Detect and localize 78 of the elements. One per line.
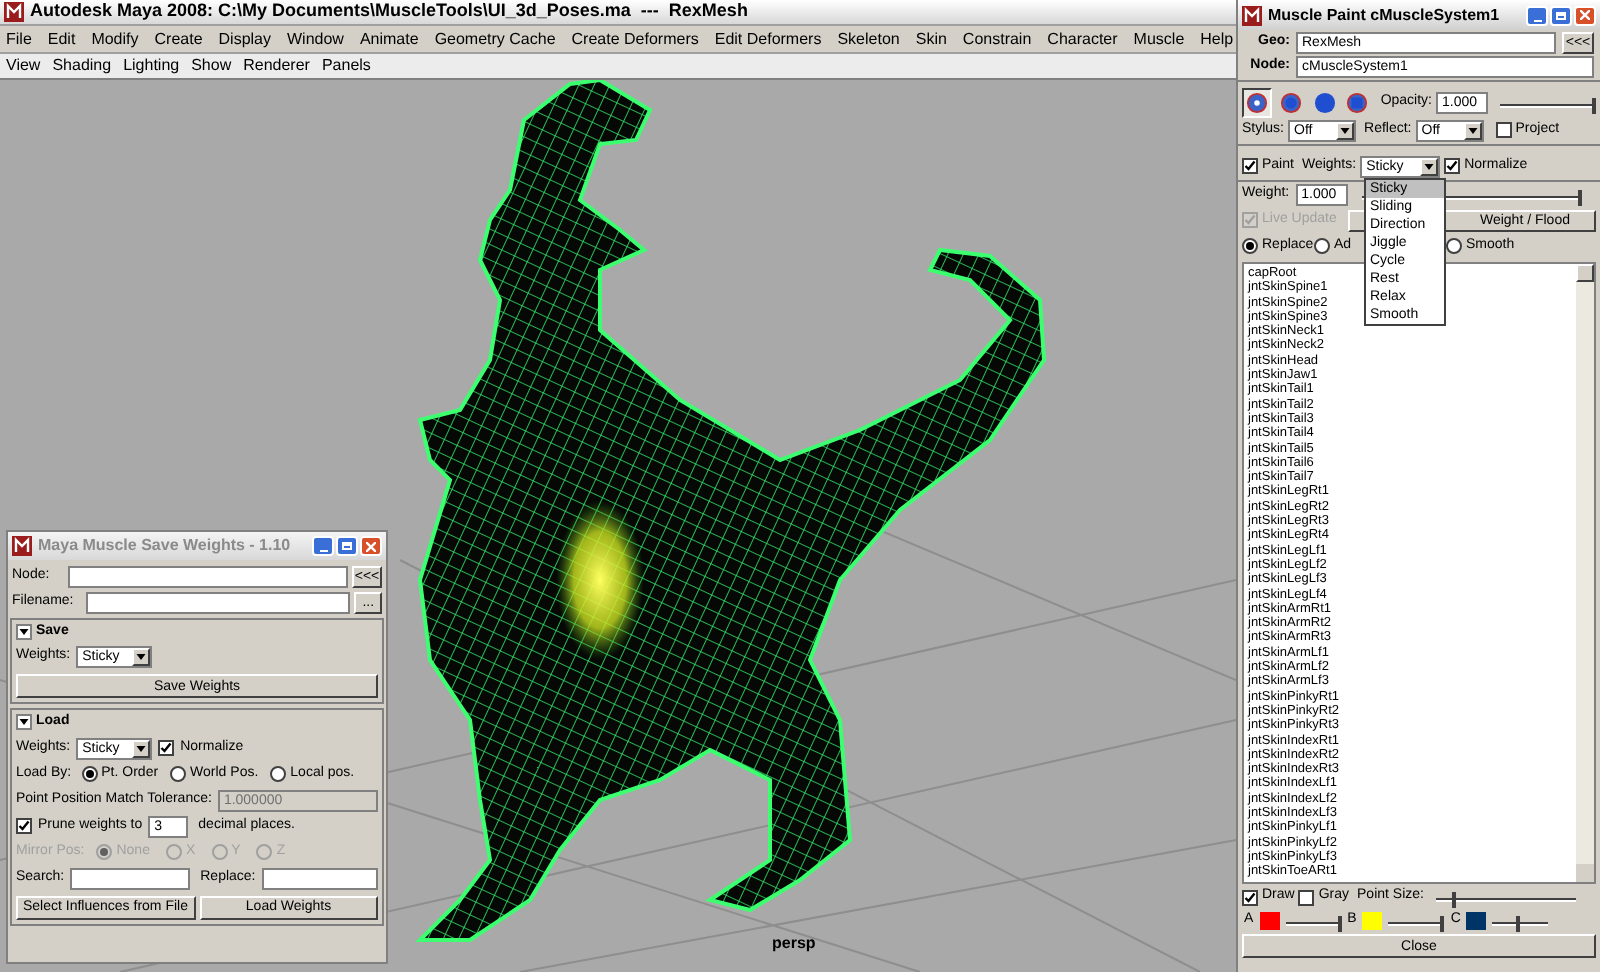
menu-item[interactable]: Modify: [91, 27, 139, 51]
search-field[interactable]: [70, 868, 191, 890]
close-button[interactable]: [360, 536, 382, 556]
minimize-button[interactable]: [1526, 5, 1548, 25]
panel-menu-item[interactable]: Shading: [52, 54, 112, 78]
monochrome-checkbox[interactable]: [1298, 889, 1315, 905]
slider-handle[interactable]: [1452, 892, 1457, 908]
menu-item[interactable]: Muscle: [1133, 27, 1185, 51]
panel-menu-item[interactable]: View: [6, 54, 41, 78]
draw-checkbox[interactable]: [1242, 889, 1258, 905]
menu-item[interactable]: Skeleton: [837, 27, 900, 51]
maximize-button[interactable]: [1550, 5, 1572, 25]
menu-item[interactable]: Create: [154, 27, 203, 51]
filename-field[interactable]: [86, 592, 351, 614]
load-by-radio[interactable]: [81, 766, 98, 782]
menu-item[interactable]: Help: [1200, 27, 1234, 51]
list-scrollbar[interactable]: [1576, 264, 1594, 882]
paint-checkbox[interactable]: [1242, 158, 1258, 174]
normalize-checkbox[interactable]: [1444, 158, 1461, 174]
replace-field[interactable]: [261, 868, 378, 890]
color-swatch[interactable]: [1259, 912, 1280, 930]
slider-handle[interactable]: [1577, 189, 1582, 205]
brush-button[interactable]: [1275, 88, 1306, 118]
menu-item[interactable]: Geometry Cache: [434, 27, 556, 51]
brush-button[interactable]: [1309, 88, 1339, 118]
panel-title: Muscle Paint cMuscleSystem1: [1268, 3, 1502, 27]
app-icon: [4, 2, 24, 22]
menu-item[interactable]: Animate: [359, 27, 419, 51]
normalize-checkbox[interactable]: [158, 740, 175, 756]
solid-circle-brush-icon: [1313, 92, 1336, 114]
color-swatch[interactable]: [1362, 912, 1383, 930]
app-icon: [1242, 5, 1262, 25]
slider-handle[interactable]: [1516, 916, 1521, 932]
menu-item[interactable]: Edit Deformers: [714, 27, 822, 51]
prune-checkbox[interactable]: [16, 818, 32, 834]
slider-handle[interactable]: [1337, 916, 1342, 932]
window-title: Autodesk Maya 2008: C:\My Documents\MuscleTools\UI_3d_Poses.ma --- RexMesh: [30, 0, 748, 25]
collapse-arrow-icon[interactable]: [16, 624, 32, 640]
color-swatch[interactable]: [1466, 912, 1487, 930]
mode-radio[interactable]: [1314, 238, 1330, 254]
caret-icon: [1340, 127, 1351, 133]
caret-icon: [1424, 163, 1435, 169]
close-button[interactable]: [1574, 5, 1596, 25]
app-icon: [12, 536, 32, 556]
menu-item[interactable]: Skin: [915, 27, 947, 51]
panel-menu-item[interactable]: Lighting: [123, 54, 180, 78]
menu-item[interactable]: Create Deformers: [571, 27, 699, 51]
menu-item[interactable]: Window: [287, 27, 344, 51]
mode-radio[interactable]: [1242, 238, 1258, 254]
panel-menu-item[interactable]: Show: [191, 54, 232, 78]
close-icon: [366, 541, 376, 551]
dialog-title: Maya Muscle Save Weights - 1.10: [38, 534, 293, 558]
node-field[interactable]: [68, 566, 348, 588]
close-icon: [1580, 10, 1590, 20]
menu-item[interactable]: Edit: [47, 27, 76, 51]
caret-icon: [1467, 127, 1478, 133]
menu-item[interactable]: File: [6, 27, 32, 51]
brush-button[interactable]: [1242, 88, 1272, 118]
panel-menu-item[interactable]: Panels: [321, 54, 371, 78]
round-brush-icon: [1279, 92, 1302, 114]
small-dot-brush-icon: [1245, 92, 1268, 114]
panel-menu-item[interactable]: Renderer: [243, 54, 310, 78]
menu-item[interactable]: Character: [1047, 27, 1118, 51]
slider-handle[interactable]: [1592, 98, 1596, 114]
load-by-radio[interactable]: [270, 766, 287, 782]
load-by-radio[interactable]: [170, 766, 187, 782]
menu-item[interactable]: Constrain: [962, 27, 1032, 51]
camera-label: persp: [772, 932, 816, 956]
collapse-arrow-icon[interactable]: [16, 714, 32, 730]
project-checkbox[interactable]: [1495, 122, 1512, 138]
slider-handle[interactable]: [1440, 916, 1445, 932]
square-brush-icon: [1346, 92, 1369, 114]
caret-icon: [136, 745, 147, 751]
caret-icon: [136, 654, 147, 660]
menu-item[interactable]: Display: [218, 27, 271, 51]
mode-radio[interactable]: [1446, 238, 1462, 254]
minimize-button[interactable]: [312, 536, 334, 556]
maximize-button[interactable]: [336, 536, 358, 556]
